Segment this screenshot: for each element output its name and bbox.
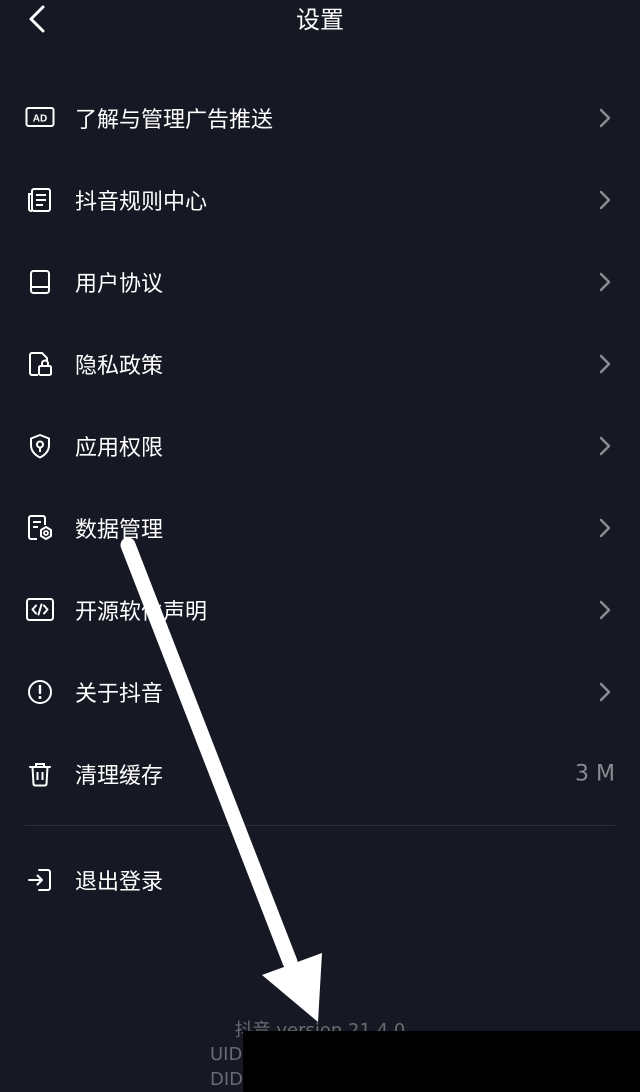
- menu-item-label: 开源软件声明: [75, 600, 208, 625]
- menu-item-user-agreement[interactable]: 用户协议: [0, 241, 640, 323]
- logout-icon: [25, 865, 55, 895]
- menu-item-label: 关于抖音: [75, 682, 164, 707]
- data-settings-icon: [25, 513, 55, 543]
- menu-item-label: 用户协议: [75, 272, 164, 297]
- menu-item-app-permissions[interactable]: 应用权限: [0, 405, 640, 487]
- code-icon: [25, 595, 55, 625]
- chevron-right-icon: [598, 682, 612, 702]
- chevron-right-icon: [598, 190, 612, 210]
- divider: [25, 825, 615, 826]
- header-bar: 设置: [0, 0, 640, 40]
- privacy-lock-icon: [25, 349, 55, 379]
- menu-item-label: 了解与管理广告推送: [75, 108, 274, 133]
- menu-item-rules-center[interactable]: 抖音规则中心: [0, 159, 640, 241]
- menu-item-open-source[interactable]: 开源软件声明: [0, 569, 640, 651]
- ad-icon: AD: [25, 103, 55, 133]
- page-title: 设置: [296, 6, 344, 34]
- chevron-right-icon: [598, 354, 612, 374]
- redaction-block: [243, 1031, 640, 1092]
- logout-label: 退出登录: [75, 870, 164, 895]
- menu-item-clear-cache[interactable]: 清理缓存 3 M: [0, 733, 640, 815]
- document-list-icon: [25, 185, 55, 215]
- settings-menu: AD 了解与管理广告推送 抖音规则中心 用户协议 隐私政策 应用权限 数据管理 …: [0, 77, 640, 815]
- menu-item-about[interactable]: 关于抖音: [0, 651, 640, 733]
- did-label: DID: [210, 1069, 244, 1090]
- book-icon: [25, 267, 55, 297]
- chevron-right-icon: [598, 272, 612, 292]
- chevron-right-icon: [598, 600, 612, 620]
- menu-item-data-management[interactable]: 数据管理: [0, 487, 640, 569]
- menu-item-privacy-policy[interactable]: 隐私政策: [0, 323, 640, 405]
- info-icon: [25, 677, 55, 707]
- cache-size-value: 3 M: [575, 761, 615, 787]
- chevron-right-icon: [598, 436, 612, 456]
- chevron-right-icon: [598, 518, 612, 538]
- menu-item-label: 数据管理: [75, 518, 164, 543]
- menu-item-label: 隐私政策: [75, 354, 164, 379]
- menu-item-label: 应用权限: [75, 436, 164, 461]
- shield-icon: [25, 431, 55, 461]
- chevron-right-icon: [598, 108, 612, 128]
- svg-text:AD: AD: [33, 114, 47, 125]
- menu-item-ads[interactable]: AD 了解与管理广告推送: [0, 77, 640, 159]
- trash-icon: [25, 759, 55, 789]
- uid-label: UID: [210, 1044, 243, 1065]
- menu-item-label: 抖音规则中心: [75, 190, 208, 215]
- logout-button[interactable]: 退出登录: [0, 840, 640, 920]
- menu-item-label: 清理缓存: [75, 764, 164, 789]
